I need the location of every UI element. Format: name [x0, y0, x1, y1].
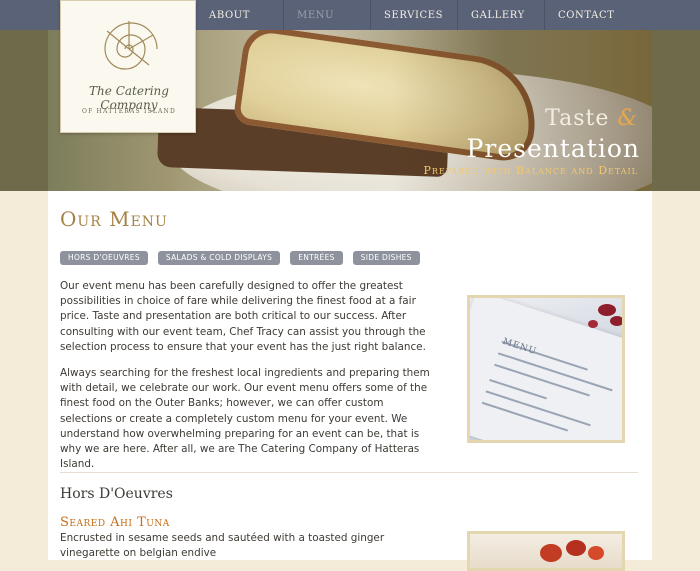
- menu-card: [470, 298, 622, 440]
- banner-tagline-sub: Prepared with Balance and Detail: [423, 164, 638, 177]
- company-logo[interactable]: The Catering Company OF HATTERAS ISLAND: [60, 0, 196, 133]
- menu-card-photo: MENU: [467, 295, 625, 443]
- nav-item-menu[interactable]: Menu: [284, 0, 371, 30]
- tab-entrees[interactable]: Entrées: [290, 251, 343, 265]
- page-title: Our Menu: [60, 207, 168, 231]
- intro-paragraph: Our event menu has been carefully design…: [60, 280, 426, 353]
- nav-item-gallery[interactable]: Gallery: [458, 0, 545, 30]
- second-paragraph: Always searching for the freshest local …: [60, 367, 430, 471]
- section-divider: [60, 472, 638, 473]
- menu-category-tabs: Hors D'oeuvres Salads & Cold Displays En…: [60, 251, 420, 265]
- tab-salads-cold-displays[interactable]: Salads & Cold Displays: [157, 251, 281, 265]
- nav-item-about[interactable]: About: [196, 0, 284, 30]
- tab-hors-doeuvres[interactable]: Hors D'oeuvres: [60, 251, 148, 265]
- logo-subtitle: OF HATTERAS ISLAND: [81, 108, 177, 115]
- tuna-dish-photo: [467, 531, 625, 571]
- nautilus-shell-icon: [104, 21, 158, 70]
- nav-item-contact[interactable]: Contact: [545, 0, 652, 30]
- section-title: Hors D'Oeuvres: [60, 486, 173, 502]
- main-nav: About Menu Services Gallery Contact: [196, 0, 652, 30]
- tab-side-dishes[interactable]: Side Dishes: [352, 251, 420, 265]
- main-content: Our Menu Hors D'oeuvres Salads & Cold Di…: [48, 191, 652, 571]
- menu-item-title: Seared Ahi Tuna: [60, 515, 170, 530]
- banner-tagline-taste: Taste &: [545, 106, 638, 131]
- menu-item-description: Encrusted in sesame seeds and sautéed wi…: [60, 532, 385, 560]
- banner-tagline-presentation: Presentation: [466, 134, 640, 163]
- nav-item-services[interactable]: Services: [371, 0, 458, 30]
